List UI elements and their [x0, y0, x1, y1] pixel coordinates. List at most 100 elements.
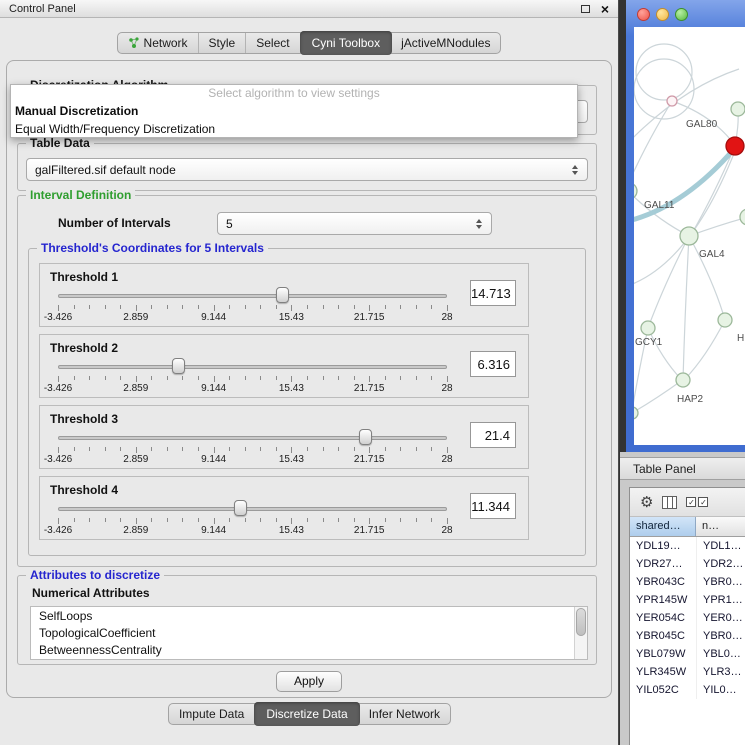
popup-item-manual-discretization[interactable]: Manual Discretization	[11, 102, 577, 120]
slider-scale: -3.426 2.859 9.144 15.43 21.715 28	[58, 312, 447, 324]
table-row[interactable]: YBR043C YBR0…	[630, 573, 745, 591]
network-icon	[128, 37, 140, 49]
slider-thumb[interactable]	[172, 358, 185, 374]
thresholds-list: Threshold 1 -3.426 2.859 9.144 15.43	[39, 263, 529, 547]
table-row[interactable]: YLR345W YLR3…	[630, 663, 745, 681]
table-row[interactable]: YBL079W YBL0…	[630, 645, 745, 663]
threshold-slider-track[interactable]	[58, 294, 447, 298]
attributes-group: Attributes to discretize Numerical Attri…	[17, 575, 597, 665]
table-row[interactable]: YIL052C YIL0…	[630, 681, 745, 699]
table-row[interactable]: YPR145W YPR1…	[630, 591, 745, 609]
popup-item-equal-width[interactable]: Equal Width/Frequency Discretization	[11, 120, 577, 138]
table-widget: ⚙ ✓ ✓ shared… n… YDL19… YDL1… YDR27… YDR…	[629, 487, 745, 745]
scale-label: 9.144	[201, 383, 226, 394]
select-all-icon[interactable]: ✓	[686, 497, 696, 507]
close-icon[interactable]: ×	[601, 3, 609, 15]
scale-label: 28	[441, 312, 452, 323]
scrollbar-thumb[interactable]	[576, 608, 586, 636]
scale-label: 21.715	[354, 454, 385, 465]
tab-select[interactable]: Select	[246, 33, 300, 53]
gear-icon[interactable]: ⚙	[640, 495, 653, 510]
slider-scale: -3.426 2.859 9.144 15.43 21.715 28	[58, 525, 447, 537]
attribute-list-item[interactable]: TopologicalCoefficient	[31, 624, 587, 641]
column-header-name[interactable]: n…	[696, 517, 745, 536]
slider-thumb[interactable]	[276, 287, 289, 303]
attribute-list-item[interactable]: BetweennessCentrality	[31, 641, 587, 658]
thresholds-group: Threshold's Coordinates for 5 Intervals …	[28, 248, 586, 556]
minimize-window-button[interactable]	[656, 8, 669, 21]
deselect-all-icon[interactable]: ✓	[698, 497, 708, 507]
control-panel: Control Panel × Network Style Select Cyn…	[0, 0, 619, 745]
scale-label: -3.426	[44, 312, 72, 323]
threshold-slider-track[interactable]	[58, 365, 447, 369]
scale-label: 2.859	[123, 525, 148, 536]
close-window-button[interactable]	[637, 8, 650, 21]
threshold-value-field[interactable]: 14.713	[470, 280, 516, 306]
table-data-combo[interactable]: galFiltered.sif default node	[26, 158, 588, 181]
selection-icons: ✓ ✓	[686, 497, 708, 507]
scale-label: 15.43	[279, 383, 304, 394]
scale-label: 28	[441, 525, 452, 536]
scale-label: 9.144	[201, 312, 226, 323]
slider-ticks	[58, 447, 447, 454]
network-canvas[interactable]: GAL80GAL11GAL4GCY1HAP2H	[634, 27, 745, 445]
scale-label: 28	[441, 454, 452, 465]
slider-scale: -3.426 2.859 9.144 15.43 21.715 28	[58, 383, 447, 395]
network-canvas-svg: GAL80GAL11GAL4GCY1HAP2H	[634, 27, 745, 445]
threshold-panel: Threshold 1 -3.426 2.859 9.144 15.43	[39, 263, 529, 327]
number-of-intervals-combo[interactable]: 5	[217, 212, 492, 235]
slider-ticks	[58, 376, 447, 383]
attributes-scrollbar[interactable]	[574, 607, 587, 659]
float-window-icon[interactable]	[581, 5, 590, 13]
network-view-window: GAL80GAL11GAL4GCY1HAP2H	[626, 0, 745, 452]
svg-text:GAL11: GAL11	[644, 200, 675, 211]
threshold-slider-track[interactable]	[58, 507, 447, 511]
scale-label: 2.859	[123, 383, 148, 394]
tab-style[interactable]: Style	[199, 33, 247, 53]
cyni-toolbox-panel: Discretization Algorithm Table Data galF…	[6, 60, 612, 698]
threshold-value-field[interactable]: 21.4	[470, 422, 516, 448]
scale-label: 2.859	[123, 454, 148, 465]
attribute-list-item[interactable]: SelfLoops	[31, 607, 587, 624]
attributes-group-title: Attributes to discretize	[26, 568, 164, 582]
control-panel-titlebar: Control Panel ×	[0, 0, 618, 18]
table-data-group-title: Table Data	[26, 136, 94, 150]
threshold-panel: Threshold 2 -3.426 2.859 9.144 15.43	[39, 334, 529, 398]
threshold-panel: Threshold 4 -3.426 2.859 9.144 15.43	[39, 476, 529, 540]
column-header-shared-name[interactable]: shared…	[630, 517, 696, 536]
threshold-value-field[interactable]: 11.344	[470, 493, 516, 519]
tab-infer-network[interactable]: Infer Network	[359, 704, 450, 724]
scale-label: 21.715	[354, 383, 385, 394]
apply-button[interactable]: Apply	[276, 671, 342, 692]
tab-impute-data[interactable]: Impute Data	[169, 704, 255, 724]
threshold-panel: Threshold 3 -3.426 2.859 9.144 15.43	[39, 405, 529, 469]
table-panel-region: Table Panel ⚙ ✓ ✓ shared… n… YDL19… YDL1…	[620, 452, 745, 745]
interval-group-title: Interval Definition	[26, 188, 135, 202]
table-row[interactable]: YBR045C YBR0…	[630, 627, 745, 645]
columns-icon[interactable]	[662, 496, 677, 509]
tab-network[interactable]: Network	[118, 33, 199, 53]
tab-cyni-toolbox[interactable]: Cyni Toolbox	[300, 31, 392, 55]
scale-label: 21.715	[354, 312, 385, 323]
slider-thumb[interactable]	[359, 429, 372, 445]
svg-text:H: H	[737, 333, 744, 344]
table-row[interactable]: YER054C YER0…	[630, 609, 745, 627]
threshold-slider-track[interactable]	[58, 436, 447, 440]
tab-jactivemnodules[interactable]: jActiveMNodules	[391, 33, 500, 53]
svg-text:GAL80: GAL80	[686, 119, 718, 130]
maximize-window-button[interactable]	[675, 8, 688, 21]
numerical-attributes-label: Numerical Attributes	[32, 586, 150, 600]
attributes-list: SelfLoops TopologicalCoefficient Between…	[30, 606, 588, 660]
scale-label: -3.426	[44, 383, 72, 394]
scale-label: 28	[441, 383, 452, 394]
slider-thumb[interactable]	[234, 500, 247, 516]
tab-discretize-data[interactable]: Discretize Data	[254, 702, 359, 726]
table-row[interactable]: YDL19… YDL1…	[630, 537, 745, 555]
table-row[interactable]: YDR27… YDR2…	[630, 555, 745, 573]
number-of-intervals-label: Number of Intervals	[58, 212, 171, 235]
bottom-tabbar: Impute Data Discretize Data Infer Networ…	[0, 703, 619, 725]
combo-arrows-icon	[473, 219, 485, 229]
interval-definition-group: Interval Definition Number of Intervals …	[17, 195, 597, 567]
table-toolbar: ⚙ ✓ ✓	[630, 488, 745, 517]
threshold-value-field[interactable]: 6.316	[470, 351, 516, 377]
